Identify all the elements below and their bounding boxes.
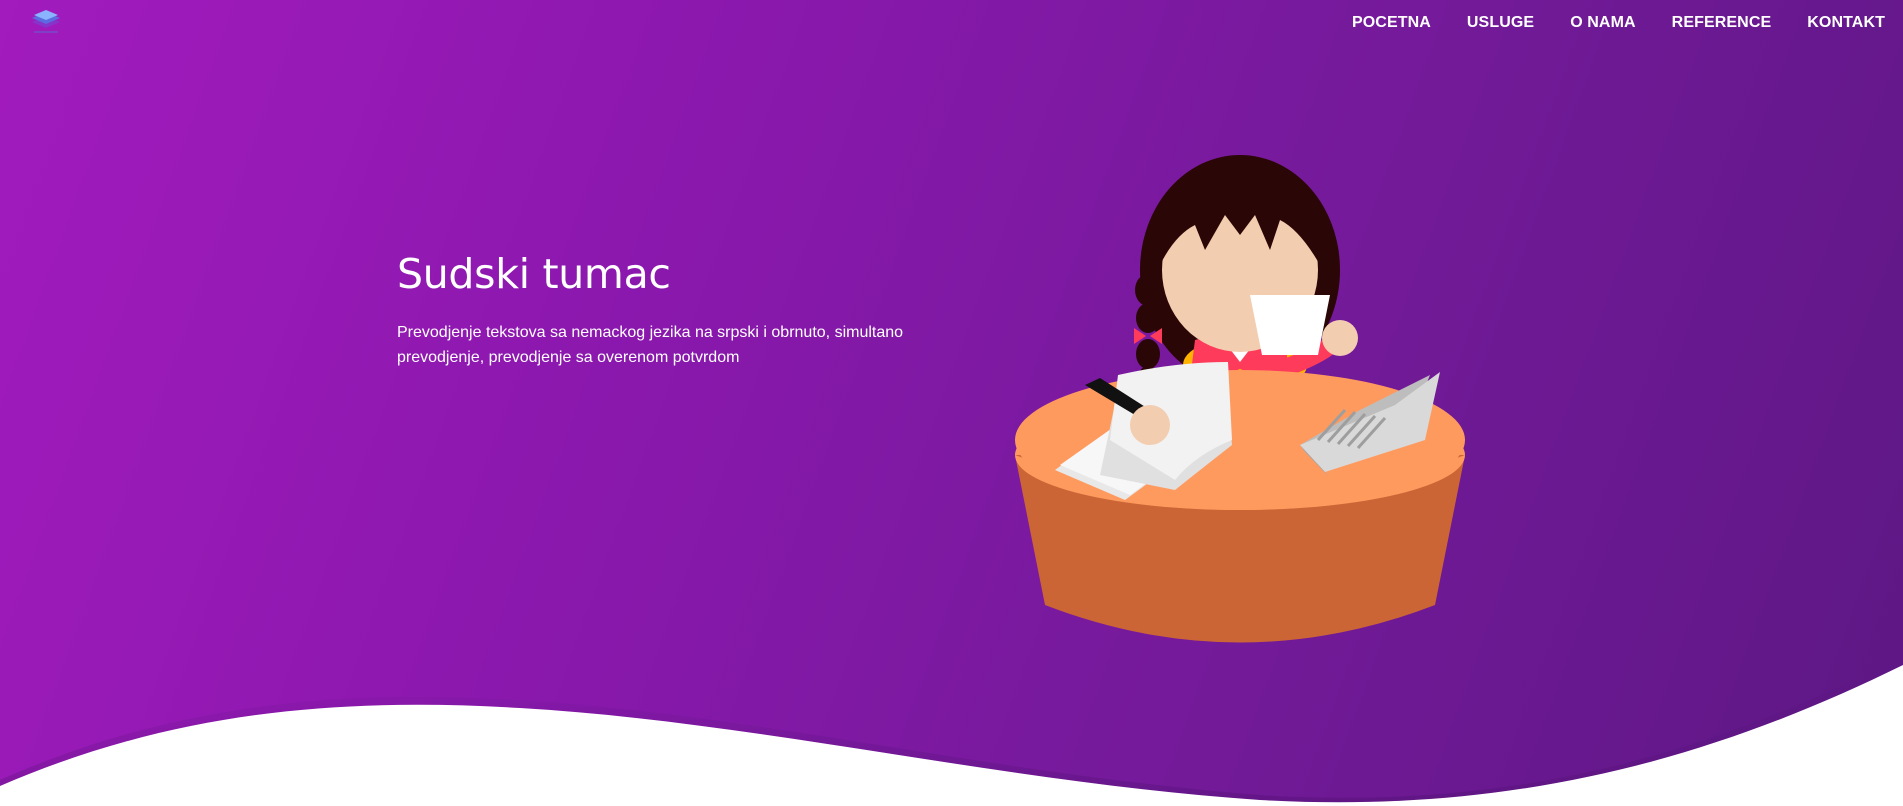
- site-logo[interactable]: [28, 8, 64, 36]
- hero-title: Sudski tumac: [397, 250, 671, 298]
- layers-icon: [32, 10, 60, 33]
- translator-at-desk-illustration: [1015, 155, 1465, 643]
- nav-item-kontakt[interactable]: KONTAKT: [1807, 14, 1885, 32]
- wave-divider: [0, 655, 1903, 806]
- hero-text: Sudski tumac Prevodjenje tekstova sa nem…: [397, 250, 917, 370]
- hero-section: POCETNA USLUGE O NAMA REFERENCE KONTAKT …: [0, 0, 1903, 806]
- nav-item-o-nama[interactable]: O NAMA: [1570, 14, 1635, 32]
- nav-item-usluge[interactable]: USLUGE: [1467, 14, 1534, 32]
- nav-item-pocetna[interactable]: POCETNA: [1352, 14, 1431, 32]
- nav-item-reference[interactable]: REFERENCE: [1672, 14, 1772, 32]
- main-nav: POCETNA USLUGE O NAMA REFERENCE KONTAKT: [1352, 14, 1885, 32]
- hero-subtitle: Prevodjenje tekstova sa nemackog jezika …: [397, 324, 904, 366]
